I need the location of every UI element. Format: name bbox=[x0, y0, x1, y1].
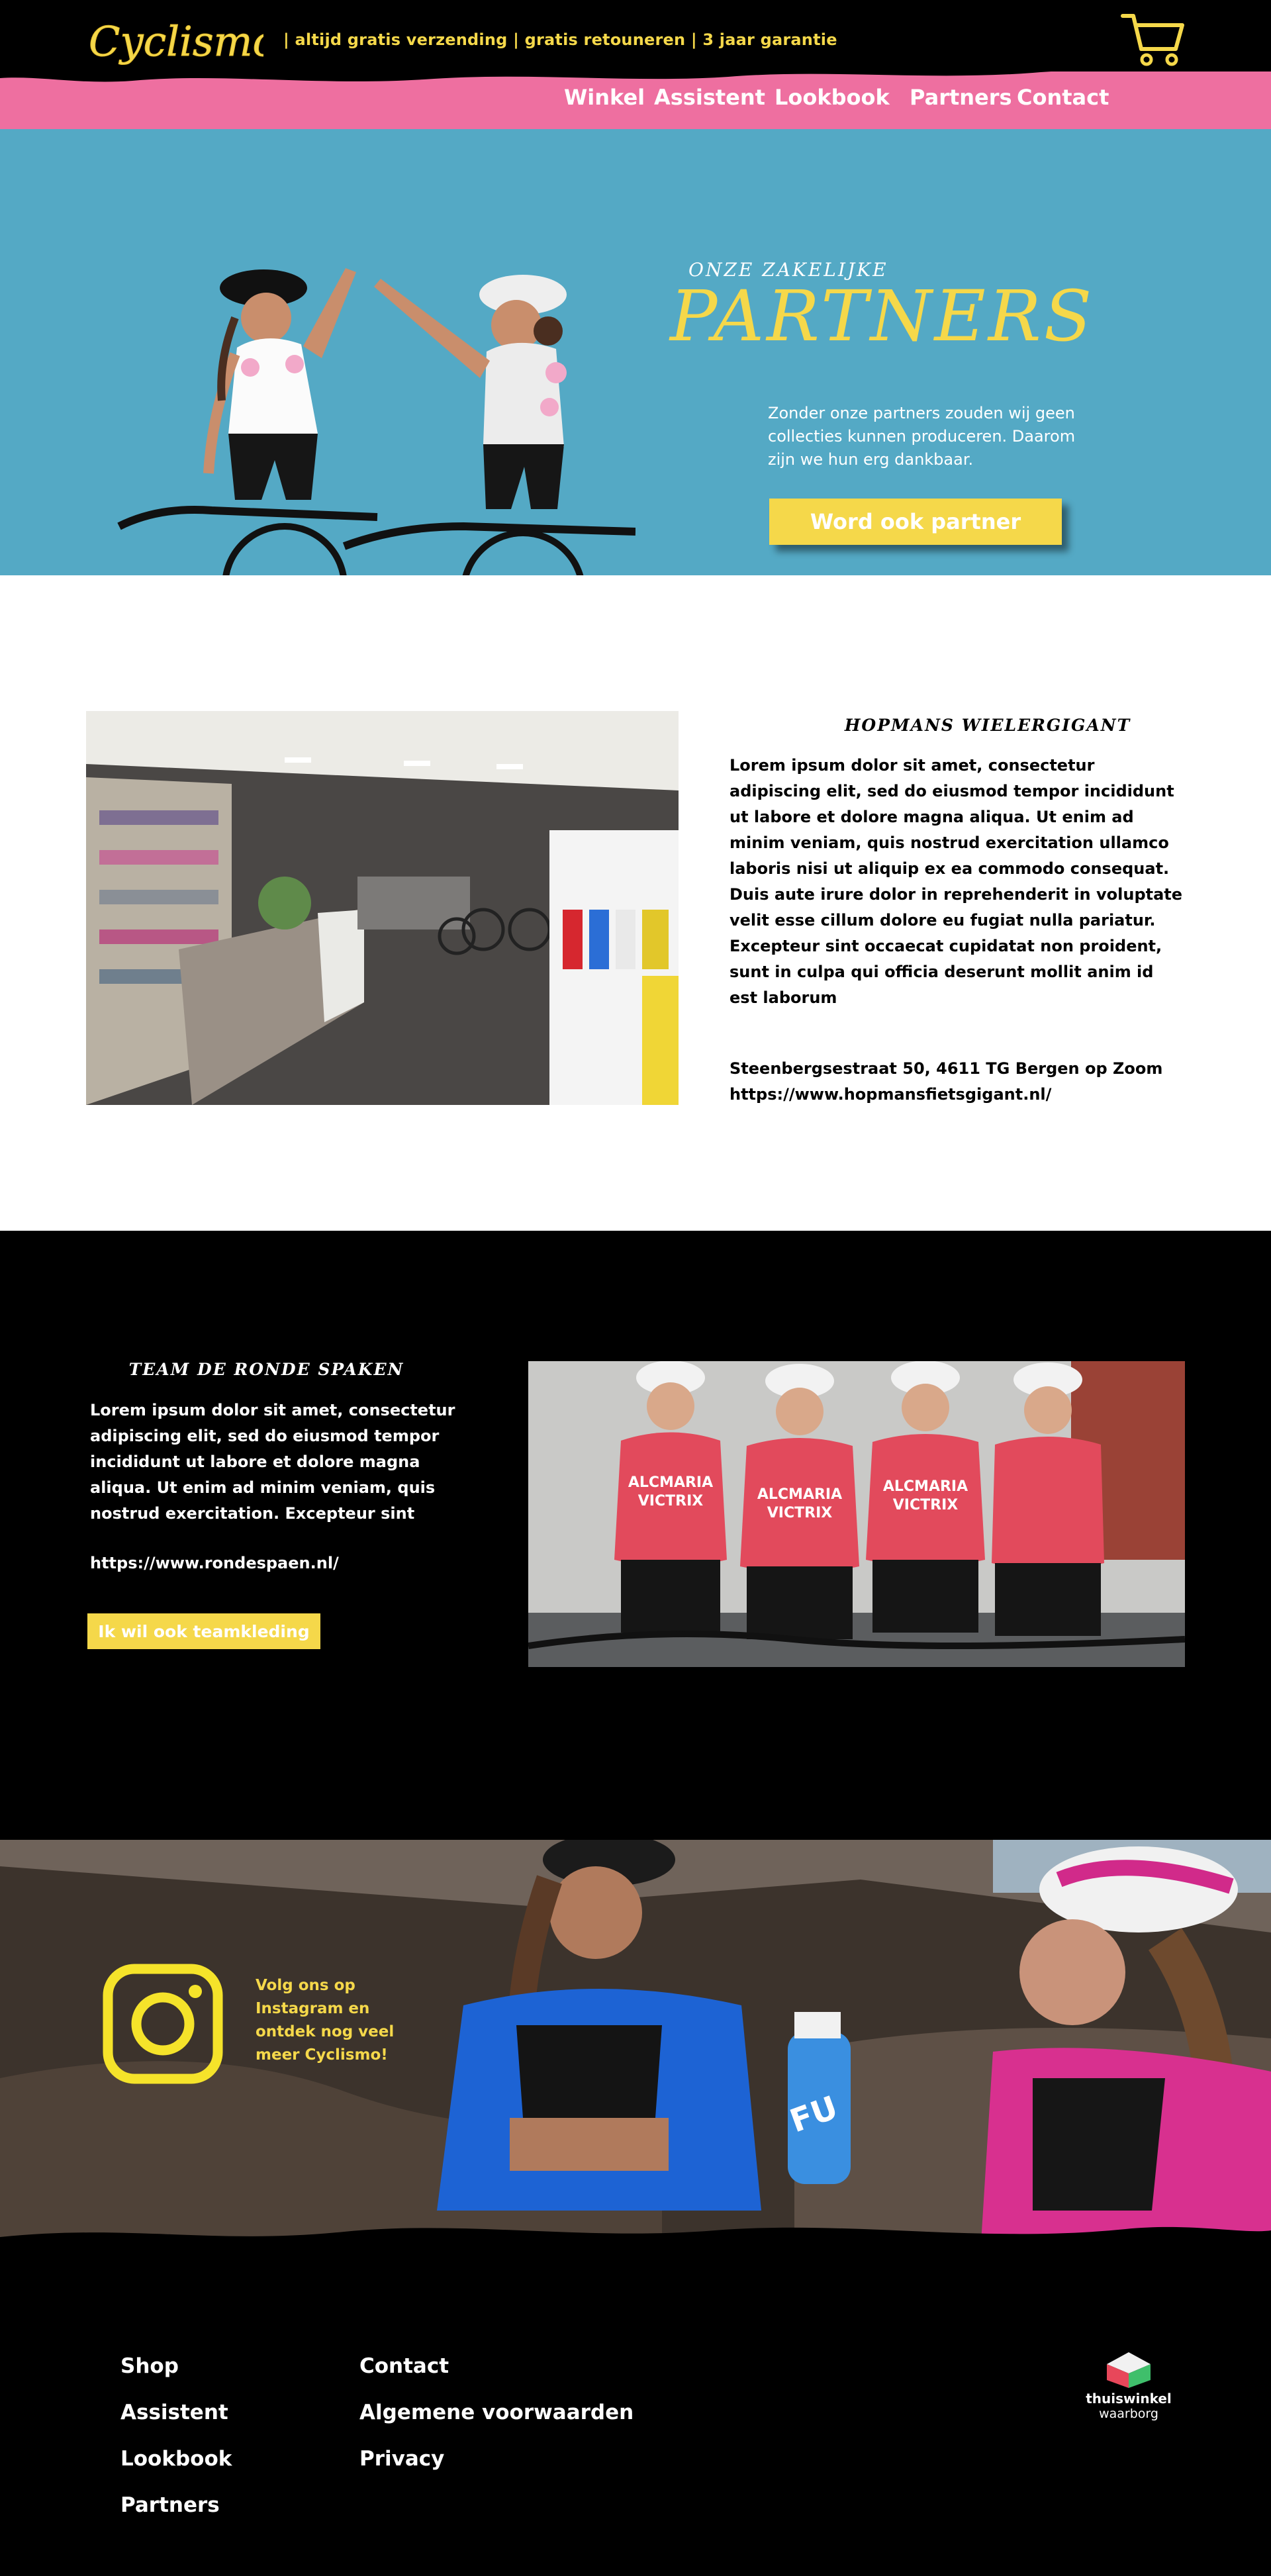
logo-wordmark: Cyclismo bbox=[89, 17, 278, 66]
hero-description: Zonder onze partners zouden wij geen col… bbox=[768, 404, 1076, 469]
hero-banner: ONZE ZAKELIJKE PARTNERS Zonder onze part… bbox=[0, 129, 1271, 575]
footer-link-assistent[interactable]: Assistent bbox=[120, 2401, 228, 2424]
instagram-icon[interactable] bbox=[103, 1964, 223, 2084]
nav-item-winkel[interactable]: Winkel bbox=[564, 85, 645, 110]
jersey-text: ALCMARIA bbox=[883, 1478, 968, 1495]
hero-title: PARTNERS bbox=[670, 275, 1095, 357]
footer-link-lookbook[interactable]: Lookbook bbox=[120, 2447, 232, 2471]
become-partner-button[interactable]: Word ook partner bbox=[769, 499, 1062, 545]
logo-letters: Cyclismo bbox=[89, 17, 263, 66]
team-riders-image: ALCMARIA VICTRIX ALCMARIA VICTRIX ALCMAR… bbox=[528, 1361, 1185, 1667]
cyclismo-logo[interactable]: Cyclismo bbox=[85, 15, 278, 74]
nav-item-lookbook[interactable]: Lookbook bbox=[775, 85, 890, 110]
partner1-description: Lorem ipsum dolor sit amet, consectetur … bbox=[730, 756, 1183, 1007]
site-header: Cyclismo | altijd gratis verzending | gr… bbox=[0, 0, 1271, 129]
jersey-text: VICTRIX bbox=[893, 1497, 958, 1513]
hero-cyclists-high-five-image bbox=[117, 268, 636, 575]
jersey-text: ALCMARIA bbox=[757, 1486, 842, 1503]
partner2-website-link[interactable]: https://www.rondespaen.nl/ bbox=[90, 1554, 339, 1572]
badge-label: thuiswinkel bbox=[1086, 2391, 1172, 2407]
main-navigation: Winkel Assistent Lookbook Partners Conta… bbox=[0, 85, 1271, 118]
instagram-cta-text: Volg ons op Instagram en ontdek nog veel… bbox=[256, 1977, 395, 2064]
site-footer: Shop Assistent Lookbook Partners Contact… bbox=[0, 2264, 1271, 2576]
partner1-address: Steenbergsestraat 50, 4611 TG Bergen op … bbox=[730, 1059, 1163, 1078]
footer-link-shop[interactable]: Shop bbox=[120, 2354, 179, 2378]
team-apparel-button[interactable]: Ik wil ook teamkleding bbox=[87, 1613, 320, 1649]
partner1-title: HOPMANS WIELERGIGANT bbox=[844, 716, 1131, 735]
shopping-cart-icon[interactable] bbox=[1120, 12, 1186, 69]
instagram-banner: FU Volg ons op Instagram en ontdek nog v… bbox=[0, 1840, 1271, 2264]
footer-link-contact[interactable]: Contact bbox=[359, 2354, 449, 2378]
nav-item-partners[interactable]: Partners bbox=[910, 85, 1012, 110]
house-icon bbox=[1107, 2352, 1151, 2388]
partner2-description: Lorem ipsum dolor sit amet, consectetur … bbox=[90, 1401, 455, 1523]
jersey-text: VICTRIX bbox=[767, 1505, 832, 1521]
footer-link-privacy[interactable]: Privacy bbox=[359, 2447, 444, 2471]
partner1-website-link[interactable]: https://www.hopmansfietsgigant.nl/ bbox=[730, 1082, 1051, 1108]
partner2-title: TEAM DE RONDE SPAKEN bbox=[128, 1360, 404, 1379]
badge-sublabel: waarborg bbox=[1099, 2407, 1158, 2421]
partner-ronde-spaken-section: TEAM DE RONDE SPAKEN Lorem ipsum dolor s… bbox=[0, 1231, 1271, 1840]
nav-item-assistent[interactable]: Assistent bbox=[654, 85, 765, 110]
usp-tagline: | altijd gratis verzending | gratis reto… bbox=[283, 30, 837, 49]
footer-link-terms[interactable]: Algemene voorwaarden bbox=[359, 2401, 634, 2424]
bike-shop-interior-image bbox=[86, 711, 679, 1105]
footer-link-partners[interactable]: Partners bbox=[120, 2493, 220, 2517]
partner-hopmans-section: HOPMANS WIELERGIGANT Lorem ipsum dolor s… bbox=[0, 575, 1271, 1231]
thuiswinkel-waarborg-badge[interactable]: thuiswinkel waarborg bbox=[1086, 2351, 1172, 2430]
jersey-text: ALCMARIA bbox=[628, 1474, 713, 1491]
jersey-text: VICTRIX bbox=[638, 1493, 703, 1509]
nav-item-contact[interactable]: Contact bbox=[1017, 85, 1109, 110]
